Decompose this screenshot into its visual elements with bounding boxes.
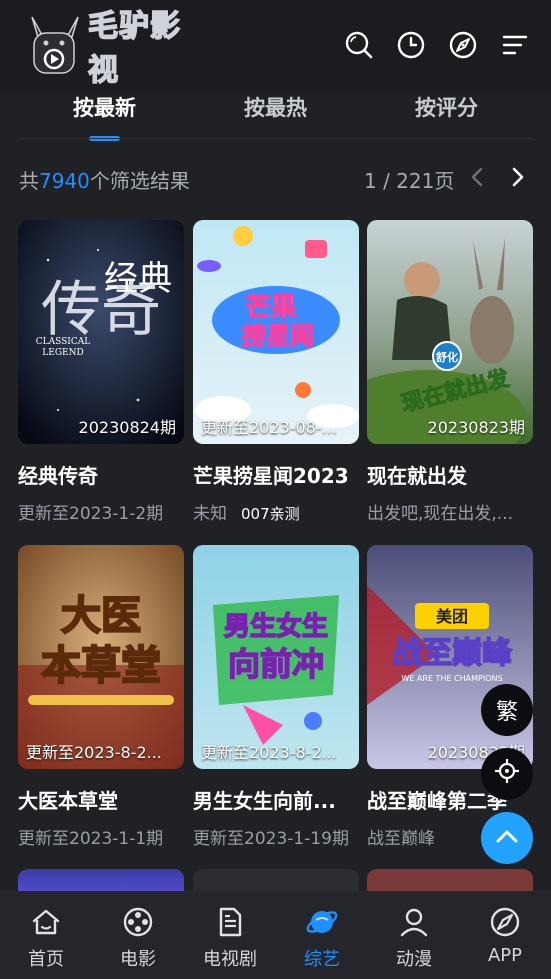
nav-label: 综艺 [304, 949, 340, 970]
svg-text:CLASSICAL: CLASSICAL [36, 337, 90, 347]
bottom-navigation: 首页 电影 电视剧 综艺 动漫 APP [0, 891, 551, 979]
nav-label: 首页 [28, 949, 64, 970]
result-prefix: 共 [19, 169, 39, 193]
show-card[interactable]: 芒果 捞星闻 更新至2023-08-... 芒果捞星闻2023 未知 007亲测 [193, 220, 359, 524]
episode-badge: 更新至2023-8-2... [201, 743, 337, 762]
nav-item-home[interactable]: 首页 [0, 891, 92, 979]
menu-icon[interactable] [500, 30, 530, 60]
show-subtitle: 未知 007亲测 [193, 499, 359, 524]
show-title[interactable]: 芒果捞星闻2023 [193, 460, 359, 489]
svg-text:美团: 美团 [436, 607, 468, 626]
user-icon [397, 905, 431, 939]
svg-text:捞星闻: 捞星闻 [242, 322, 314, 350]
svg-text:芒果: 芒果 [245, 293, 297, 323]
history-icon[interactable] [396, 30, 426, 60]
show-poster[interactable]: 舒化 现在就出发 20230823期 [367, 220, 533, 444]
document-icon [213, 905, 247, 939]
svg-text:WE ARE THE CHAMPIONS: WE ARE THE CHAMPIONS [401, 674, 502, 683]
home-icon [29, 905, 63, 939]
show-title[interactable]: 大医本草堂 [18, 785, 184, 814]
show-subtitle: 更新至2023-1-1期 [18, 829, 164, 849]
show-poster[interactable]: 传奇 经典 CLASSICAL LEGEND 20230824期 [18, 220, 184, 444]
traditional-chinese-toggle-button[interactable]: 繁 [481, 684, 533, 736]
show-subtitle: 出发吧,现在出发,... [367, 504, 514, 524]
show-title[interactable]: 现在就出发 [367, 460, 533, 489]
show-card[interactable]: 传奇 经典 CLASSICAL LEGEND 20230824期 经典传奇 更新… [18, 220, 184, 524]
svg-text:男生女生: 男生女生 [224, 611, 328, 642]
result-summary: 共7940个筛选结果 1 / 221页 [19, 163, 534, 195]
episode-badge: 更新至2023-08-... [201, 418, 337, 437]
show-poster[interactable]: 大医 本草堂 更新至2023-8-2... [18, 545, 184, 769]
app-logo-text: 毛驴影视 [87, 8, 181, 89]
film-reel-icon [121, 905, 155, 939]
nav-label: 电视剧 [203, 949, 257, 970]
episode-badge: 20230823期 [427, 418, 525, 437]
show-card[interactable]: 男生女生 向前冲 更新至2023-8-2... 男生女生向前... 更新至202… [193, 545, 359, 849]
chevron-right-icon[interactable] [503, 163, 531, 191]
show-title[interactable]: 经典传奇 [18, 460, 184, 489]
poster-image: 男生女生 向前冲 [193, 545, 359, 769]
app-logo[interactable]: 毛驴影视 [22, 8, 192, 89]
scroll-to-top-button[interactable] [481, 812, 533, 864]
svg-text:向前冲: 向前冲 [228, 645, 324, 683]
nav-item-anime[interactable]: 动漫 [368, 891, 460, 979]
poster-image: 舒化 现在就出发 [367, 220, 533, 444]
result-count: 7940 [39, 169, 90, 193]
page-indicator: 1 / 221页 [364, 169, 455, 193]
crosshair-gear-icon [494, 758, 520, 790]
show-poster[interactable]: 男生女生 向前冲 更新至2023-8-2... [193, 545, 359, 769]
svg-text:大医: 大医 [61, 593, 141, 639]
show-subtitle: 更新至2023-1-2期 [18, 504, 164, 524]
show-subtitle-text: 未知 [193, 504, 227, 524]
nav-label: 动漫 [396, 949, 432, 970]
show-subtitle-extra: 007亲测 [241, 505, 300, 523]
nav-label: 电影 [120, 949, 156, 970]
svg-text:经典: 经典 [104, 259, 172, 299]
tab-hottest[interactable]: 按最热 [244, 92, 307, 122]
show-title[interactable]: 男生女生向前... [193, 785, 359, 814]
poster-image: 芒果 捞星闻 [193, 220, 359, 444]
tab-rating[interactable]: 按评分 [415, 92, 478, 122]
chevron-left-icon[interactable] [464, 163, 492, 191]
nav-item-movies[interactable]: 电影 [92, 891, 184, 979]
episode-badge: 更新至2023-8-2... [26, 743, 162, 762]
poster-image: 传奇 经典 CLASSICAL LEGEND [18, 220, 184, 444]
chevron-up-icon [492, 821, 522, 855]
show-poster[interactable]: 芒果 捞星闻 更新至2023-08-... [193, 220, 359, 444]
result-suffix: 个筛选结果 [89, 169, 190, 193]
svg-text:LEGEND: LEGEND [42, 348, 83, 358]
nav-item-tv-series[interactable]: 电视剧 [184, 891, 276, 979]
planet-icon [305, 905, 339, 939]
svg-text:战至巅峰: 战至巅峰 [392, 636, 512, 671]
settings-button[interactable] [481, 748, 533, 800]
top-header: 毛驴影视 [0, 0, 551, 92]
compass-icon[interactable] [448, 30, 478, 60]
show-card[interactable]: 舒化 现在就出发 20230823期 现在就出发 出发吧,现在出发,... [367, 220, 533, 524]
tabs-divider [18, 138, 533, 139]
poster-image: 大医 本草堂 [18, 545, 184, 769]
tab-newest[interactable]: 按最新 [73, 92, 136, 122]
show-subtitle: 更新至2023-1-19期 [193, 829, 349, 849]
compass-icon [488, 905, 522, 939]
episode-badge: 20230824期 [78, 418, 176, 437]
app-root: 毛驴影视 按最新 按最热 按评分 共7940个筛选结果 1 / 221页 传奇 … [0, 0, 551, 979]
svg-text:本草堂: 本草堂 [41, 643, 161, 689]
nav-item-variety[interactable]: 综艺 [276, 891, 368, 979]
sort-tabs: 按最新 按最热 按评分 [0, 92, 551, 138]
donkey-mascot-icon [22, 13, 86, 77]
nav-item-app[interactable]: APP [459, 891, 551, 979]
show-card[interactable]: 大医 本草堂 更新至2023-8-2... 大医本草堂 更新至2023-1-1期 [18, 545, 184, 849]
svg-text:舒化: 舒化 [436, 350, 458, 364]
nav-label: APP [487, 945, 523, 966]
search-icon[interactable] [344, 30, 374, 60]
result-count-text: 共7940个筛选结果 [19, 165, 190, 194]
